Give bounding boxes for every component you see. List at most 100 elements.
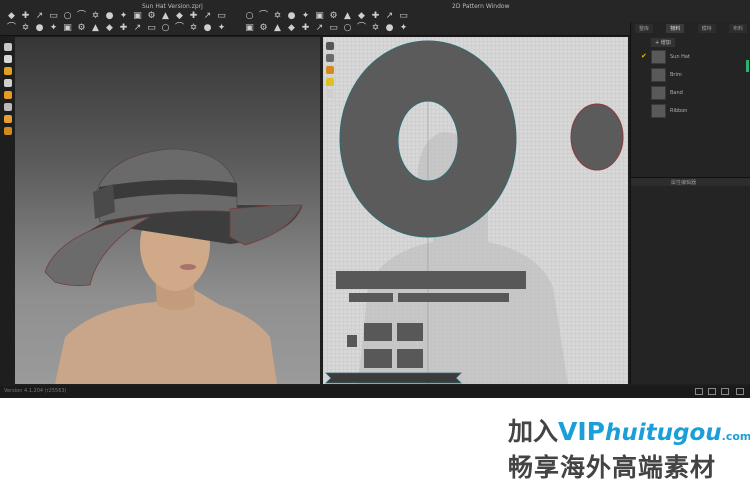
toolbar-tool-icon[interactable]: ● [384,23,395,34]
toolbar-tool-icon[interactable]: ⌒ [76,11,87,22]
toolbar-tool-icon[interactable]: ⌒ [174,23,185,34]
panel-tab[interactable]: 物料 [666,24,685,33]
toolbar-tool-icon[interactable]: ✡ [20,23,31,34]
toolbar-tool-icon[interactable]: ↗ [34,11,45,22]
toolbar-tool-icon[interactable]: ✚ [370,11,381,22]
toolbar-tool-icon[interactable]: ● [34,23,45,34]
toolbar-tool-icon[interactable]: ▣ [314,11,325,22]
toolbar-tool-icon[interactable]: ✡ [188,23,199,34]
camera-icon[interactable] [4,103,12,111]
fabric-list-item[interactable]: ✔ Sun Hat [631,48,750,66]
panel-tab[interactable]: 模特 [697,24,716,33]
circle-icon[interactable] [4,127,12,135]
layout-3d-icon[interactable] [721,388,729,395]
toolbar-tool-icon[interactable]: ▲ [342,11,353,22]
status-text: Version 4.1.204 (r25563) [4,388,67,394]
2d-pattern-window[interactable] [323,37,628,384]
3d-garment-window[interactable] [15,37,320,384]
pattern-ribbon-5[interactable] [347,335,357,347]
toolbar-tool-icon[interactable]: ✦ [216,23,227,34]
toolbar-tool-icon[interactable]: ◆ [286,23,297,34]
toolbar-tool-icon[interactable]: ○ [160,23,171,34]
toolbar-tool-icon[interactable]: ✡ [90,11,101,22]
pin-icon[interactable] [4,67,12,75]
toolbar-tool-icon[interactable]: ✦ [398,23,409,34]
toolbar-tool-icon[interactable]: ⚙ [76,23,87,34]
layout-icon[interactable] [695,388,703,395]
panel-tab[interactable]: 整库 [635,24,654,33]
toolbar-tool-icon[interactable]: ⚙ [258,23,269,34]
pin-tool-icon[interactable] [326,78,334,86]
toolbar-tool-icon[interactable]: ⌒ [356,23,367,34]
pattern-crown-top[interactable] [570,103,624,171]
toolbar-tool-icon[interactable]: ⚙ [328,11,339,22]
toolbar-tool-icon[interactable]: ▣ [244,23,255,34]
sewing-tool-icon[interactable] [326,66,334,74]
toolbar-tool-icon[interactable]: ▭ [216,11,227,22]
toolbar-tool-icon[interactable]: ✦ [48,23,59,34]
hat-brim-right [229,204,303,246]
toolbar-tool-icon[interactable]: ✡ [370,23,381,34]
fabric-name: Ribbon [670,108,688,114]
2d-pattern-canvas [325,40,624,384]
rectangle-icon[interactable] [326,54,334,62]
toolbar-tool-icon[interactable]: ▭ [146,23,157,34]
toolbar-tool-icon[interactable]: ✦ [300,11,311,22]
toolbar-tool-icon[interactable]: ▭ [48,11,59,22]
toolbar-tool-icon[interactable]: ↗ [384,11,395,22]
toolbar-tool-icon[interactable]: ◆ [104,23,115,34]
polygon-icon[interactable] [326,42,334,50]
toolbar-tool-icon[interactable]: ● [286,11,297,22]
toolbar-tool-icon[interactable]: ▭ [398,11,409,22]
toolbar-tool-icon[interactable]: ↗ [132,23,143,34]
toolbar-tool-icon[interactable]: ◆ [174,11,185,22]
toolbar-tool-icon[interactable]: ○ [244,11,255,22]
fullscreen-icon[interactable] [736,388,744,395]
toolbar-tool-icon[interactable]: ● [202,23,213,34]
toolbar-tool-icon[interactable]: ▭ [328,23,339,34]
fabric-list-item[interactable]: Ribbon [631,102,750,120]
pattern-ribbon-3[interactable] [364,349,392,368]
toolbar-tool-icon[interactable]: ▣ [132,11,143,22]
toolbar-tool-icon[interactable]: ↗ [314,23,325,34]
toolbar-tool-icon[interactable]: ✚ [300,23,311,34]
pattern-ribbon-2[interactable] [397,323,423,341]
toolbar-tool-icon[interactable]: ▣ [62,23,73,34]
scroll-indicator[interactable] [746,60,749,72]
pattern-tie-strip[interactable] [325,372,462,384]
avatar-icon[interactable] [4,79,12,87]
measure-icon[interactable] [326,90,334,98]
light-icon[interactable] [4,91,12,99]
toolbar-tool-icon[interactable]: ✚ [188,11,199,22]
sewing-icon[interactable] [4,115,12,123]
toolbar-tool-icon[interactable]: ▲ [160,11,171,22]
toolbar-tool-icon[interactable]: ◆ [356,11,367,22]
layout-split-icon[interactable] [708,388,716,395]
toolbar-tool-icon[interactable]: ▲ [272,23,283,34]
pattern-ribbon-4[interactable] [397,349,423,368]
fabric-list-item[interactable]: Band [631,84,750,102]
toolbar-tool-icon[interactable]: ▲ [90,23,101,34]
pattern-band-short-right[interactable] [398,293,509,302]
pattern-ribbon-1[interactable] [364,323,392,341]
toolbar-tool-icon[interactable]: ⌒ [258,11,269,22]
transform-icon[interactable] [4,55,12,63]
toolbar-tool-icon[interactable]: ✦ [118,11,129,22]
select-icon[interactable] [4,43,12,51]
toolbar-tool-icon[interactable]: ⌒ [6,23,17,34]
pattern-band-long[interactable] [336,271,526,289]
toolbar-tool-icon[interactable]: ✚ [118,23,129,34]
toolbar-tool-icon[interactable]: ⚙ [146,11,157,22]
toolbar-tool-icon[interactable]: ○ [62,11,73,22]
toolbar-tool-icon[interactable]: ✚ [20,11,31,22]
toolbar-tool-icon[interactable]: ○ [342,23,353,34]
toolbar-tool-icon[interactable]: ↗ [202,11,213,22]
panel-tab[interactable]: 布料 [728,24,747,33]
fabric-list-item[interactable]: Brim [631,66,750,84]
add-fabric-button[interactable]: + 增加 [651,37,675,47]
pattern-band-short-left[interactable] [349,293,393,302]
toolbar-tool-icon[interactable]: ◆ [6,11,17,22]
toolbar-tool-icon[interactable]: ● [104,11,115,22]
watermark-domain: .com [721,430,750,443]
toolbar-tool-icon[interactable]: ✡ [272,11,283,22]
